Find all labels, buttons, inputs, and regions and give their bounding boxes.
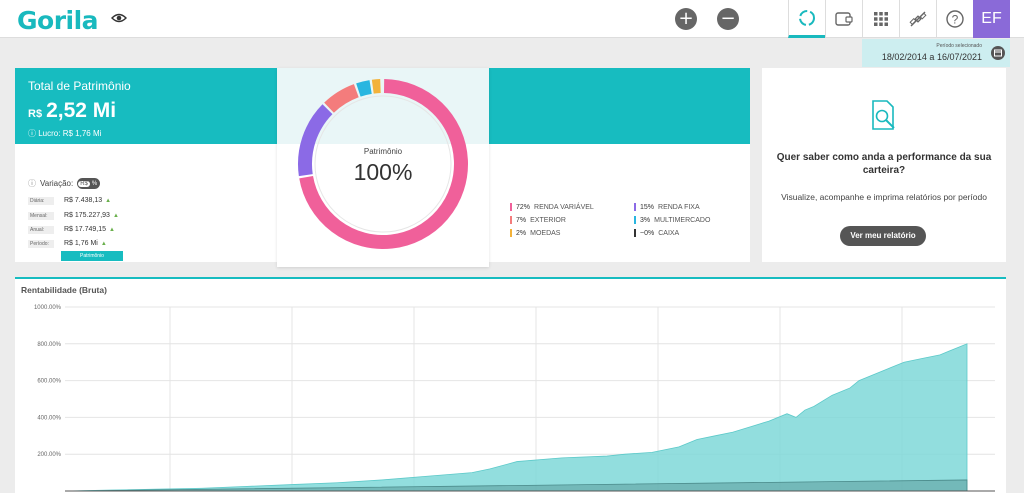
y-tick-label: 600.00% bbox=[37, 379, 61, 385]
patrimonio-tab[interactable]: Patrimônio bbox=[61, 251, 123, 261]
lucro: ⓘ Lucro: R$ 1,76 Mi bbox=[28, 128, 101, 139]
top-bar: Gorila + − ? EF bbox=[0, 0, 1024, 38]
legend-item: 72% RENDA VARIÁVEL bbox=[510, 203, 594, 211]
period-selector[interactable]: Período selecionado 18/02/2014 a 16/07/2… bbox=[862, 39, 1010, 67]
y-tick-label: 200.00% bbox=[37, 452, 61, 458]
legend-name: EXTERIOR bbox=[530, 216, 566, 224]
currency-percent-toggle[interactable]: R$ % bbox=[77, 178, 101, 189]
period-value: 18/02/2014 a 16/07/2021 bbox=[881, 52, 982, 62]
donut-segment[interactable] bbox=[324, 84, 359, 113]
legend-name: CAIXA bbox=[658, 229, 680, 237]
legend-pct: 2% bbox=[516, 229, 527, 237]
donut-segment[interactable] bbox=[371, 79, 381, 94]
variation-value: R$ 175.227,93 bbox=[64, 212, 110, 219]
legend-pct: 72% bbox=[516, 203, 531, 211]
report-search-icon bbox=[872, 100, 895, 130]
y-tick-label: 800.00% bbox=[37, 342, 61, 348]
variation-label: Período: bbox=[28, 240, 54, 248]
lucro-label: Lucro: bbox=[38, 129, 61, 138]
donut-panel: Patrimônio 100% bbox=[277, 68, 489, 267]
arrow-up-icon: ▲ bbox=[112, 213, 119, 219]
toggle-percent[interactable]: % bbox=[90, 181, 99, 187]
variation-row: Diária: R$ 7.438,13 ▲ bbox=[28, 197, 111, 205]
total-currency: R$ bbox=[28, 108, 43, 120]
info-icon: ⓘ bbox=[28, 179, 36, 188]
y-tick-label: 400.00% bbox=[37, 415, 61, 421]
rentabilidade-card: Rentabilidade (Bruta) 1000.00% 800.00% 600… bbox=[15, 277, 1006, 493]
legend-swatch bbox=[634, 229, 636, 237]
variation-row: Mensal: R$ 175.227,93 ▲ bbox=[28, 212, 119, 220]
variation-value: R$ 7.438,13 bbox=[64, 197, 103, 204]
variacao: ⓘ Variação: R$ % bbox=[28, 178, 101, 189]
view-report-button[interactable]: Ver meu relatório bbox=[840, 226, 926, 246]
legend-name: RENDA FIXA bbox=[658, 203, 700, 211]
arrow-up-icon: ▲ bbox=[105, 198, 112, 204]
legend-pct: 3% bbox=[640, 216, 651, 224]
variation-label: Mensal: bbox=[28, 212, 54, 220]
donut-percent: 100% bbox=[353, 159, 413, 185]
legend-item: 2% MOEDAS bbox=[510, 229, 560, 237]
legend-swatch bbox=[634, 203, 636, 211]
satellite-icon[interactable] bbox=[899, 0, 936, 38]
report-subtitle: Visualize, acompanhe e imprima relatório… bbox=[781, 192, 987, 202]
legend-swatch bbox=[510, 216, 512, 224]
legend-item: ~0% CAIXA bbox=[634, 229, 679, 237]
variacao-label: Variação: bbox=[40, 179, 74, 188]
wallet-icon[interactable] bbox=[825, 0, 862, 38]
arrow-up-icon: ▲ bbox=[109, 227, 115, 233]
legend-pct: 7% bbox=[516, 216, 527, 224]
variation-label: Diária: bbox=[28, 197, 54, 205]
legend-name: MOEDAS bbox=[530, 229, 561, 237]
legend-swatch bbox=[510, 229, 512, 237]
legend-pct: 15% bbox=[640, 203, 655, 211]
report-title: Quer saber como anda a performance da su… bbox=[776, 152, 992, 176]
info-icon: ⓘ bbox=[28, 129, 36, 138]
period-label: Período selecionado bbox=[936, 43, 982, 49]
legend-name: MULTIMERCADO bbox=[654, 216, 711, 224]
legend-swatch bbox=[634, 216, 636, 224]
variation-row: Período: R$ 1,76 Mi ▲ bbox=[28, 240, 107, 248]
legend-swatch bbox=[510, 203, 512, 211]
refresh-icon[interactable] bbox=[788, 0, 825, 38]
help-icon[interactable]: ? bbox=[936, 0, 973, 38]
grid-icon[interactable] bbox=[862, 0, 899, 38]
variation-value: R$ 1,76 Mi bbox=[64, 240, 98, 247]
toggle-currency[interactable]: R$ bbox=[78, 180, 90, 187]
legend-name: RENDA VARIÁVEL bbox=[534, 203, 594, 211]
calendar-icon[interactable] bbox=[991, 46, 1005, 60]
total-title: Total de Patrimônio bbox=[28, 79, 131, 93]
total-value: R$ 2,52 Mi bbox=[28, 99, 116, 123]
arrow-up-icon: ▲ bbox=[100, 241, 107, 247]
rentabilidade-chart[interactable]: 1000.00% 800.00% 600.00% 400.00% 200.00% bbox=[15, 279, 1006, 493]
legend-item: 7% EXTERIOR bbox=[510, 216, 566, 224]
donut-label: Patrimônio bbox=[363, 147, 403, 156]
logo[interactable]: Gorila bbox=[17, 6, 99, 35]
variation-label: Anual: bbox=[28, 226, 54, 234]
legend-item: 15% RENDA FIXA bbox=[634, 203, 700, 211]
add-button[interactable]: + bbox=[675, 8, 697, 30]
eye-icon[interactable] bbox=[111, 12, 127, 24]
legend-pct: ~0% bbox=[640, 229, 655, 237]
svg-text:?: ? bbox=[952, 13, 959, 27]
donut-segment[interactable] bbox=[356, 80, 372, 97]
avatar[interactable]: EF bbox=[973, 0, 1010, 38]
variation-row: Anual: R$ 17.749,15 ▲ bbox=[28, 226, 115, 234]
y-tick-label: 1000.00% bbox=[34, 305, 62, 311]
legend-item: 3% MULTIMERCADO bbox=[634, 216, 710, 224]
lucro-value: R$ 1,76 Mi bbox=[62, 129, 102, 138]
report-card: Quer saber como anda a performance da su… bbox=[762, 68, 1006, 262]
remove-button[interactable]: − bbox=[717, 8, 739, 30]
total-amount: 2,52 Mi bbox=[46, 99, 117, 122]
variation-value: R$ 17.749,15 bbox=[64, 226, 107, 233]
